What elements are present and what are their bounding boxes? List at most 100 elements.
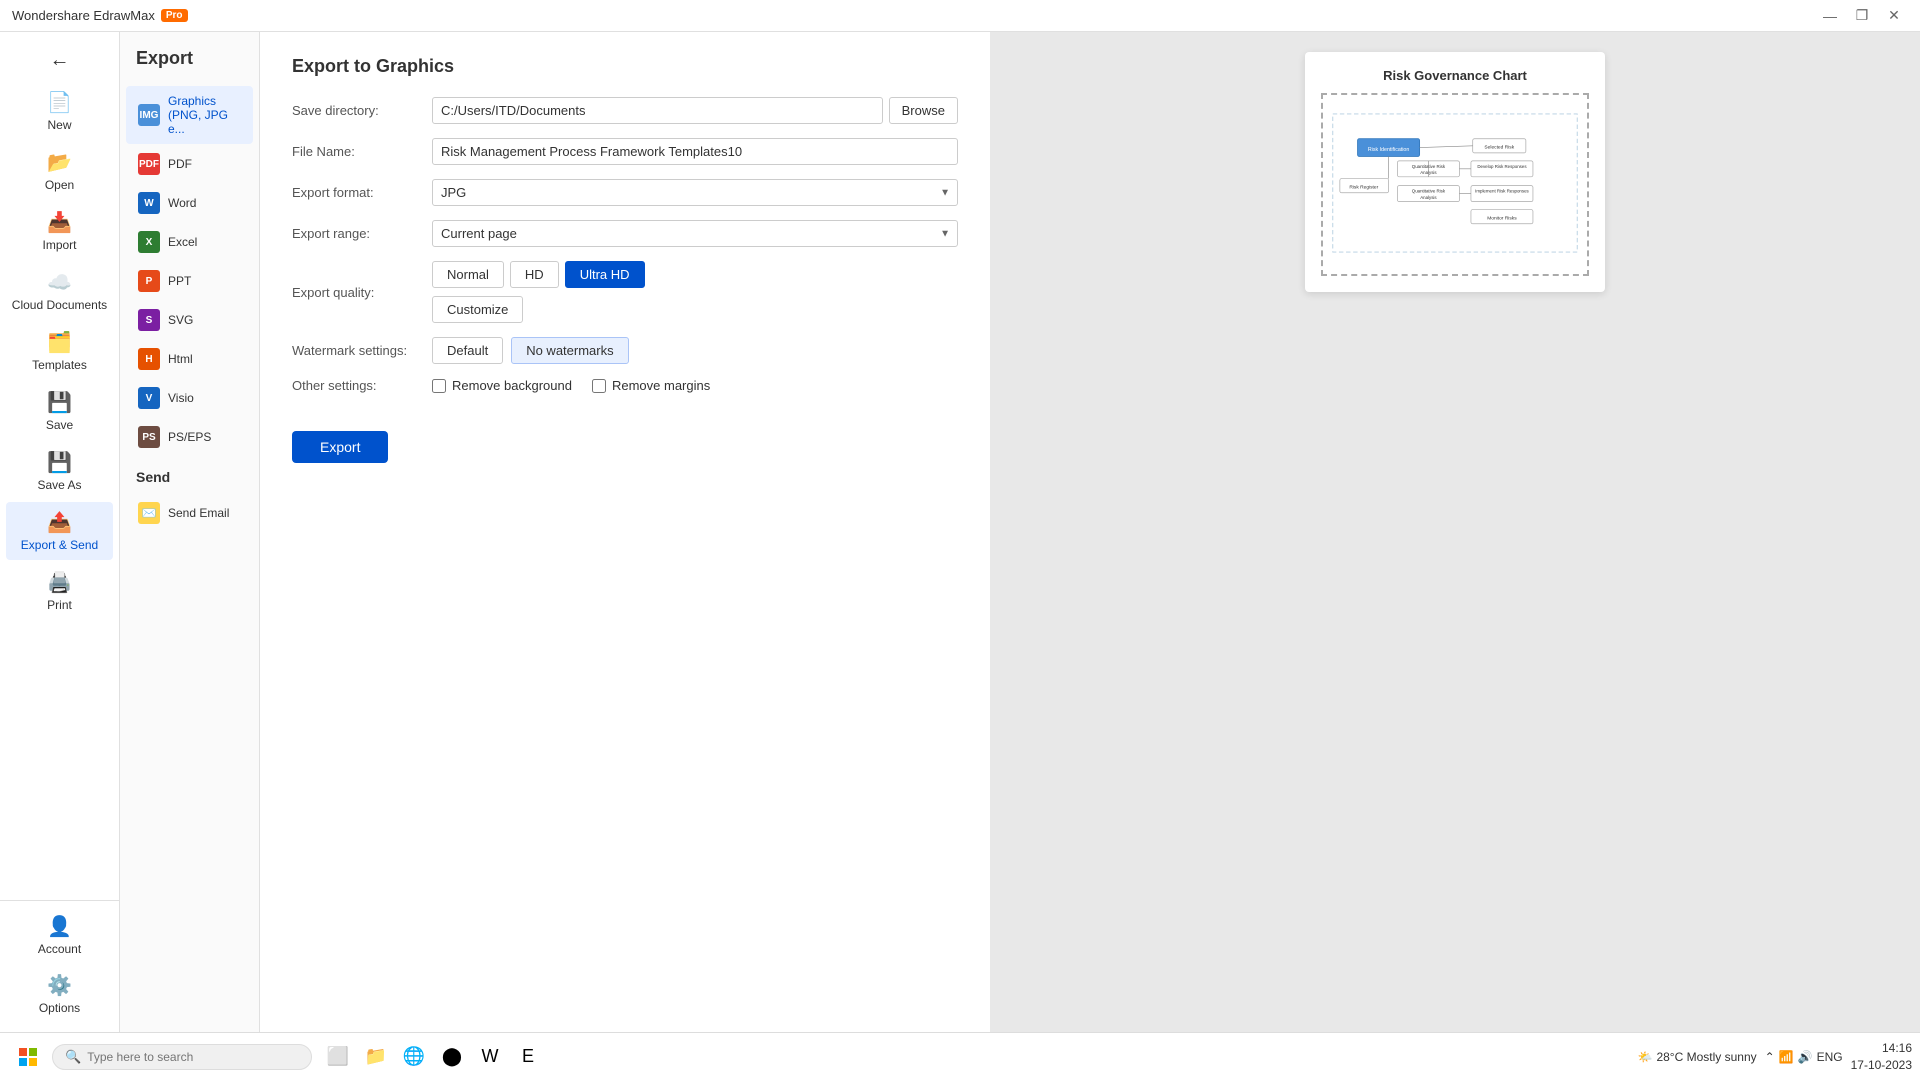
taskbar-right: 🌤️ 28°C Mostly sunny ⌃ 📶 🔊 ENG 14:16 17-… [1638, 1040, 1913, 1074]
clock[interactable]: 14:16 17-10-2023 [1851, 1040, 1912, 1074]
time-display: 14:16 [1851, 1040, 1912, 1057]
send-email-label: Send Email [168, 506, 229, 520]
graphics-icon: IMG [138, 104, 160, 126]
format-item-svg[interactable]: S SVG [126, 301, 253, 339]
sidebar-item-open-label: Open [45, 178, 74, 192]
sidebar-item-cloud-label: Cloud Documents [12, 298, 107, 312]
format-visio-label: Visio [168, 391, 194, 405]
file-explorer-button[interactable]: 📁 [358, 1039, 394, 1075]
export-quality-control: Normal HD Ultra HD Customize [432, 261, 958, 323]
save-directory-row: Save directory: Browse [292, 97, 958, 124]
svg-text:Monitor Risks: Monitor Risks [1487, 215, 1517, 221]
sidebar-item-export[interactable]: 📤 Export & Send [6, 502, 113, 560]
app-name: Wondershare EdrawMax [12, 8, 155, 23]
format-item-html[interactable]: H Html [126, 340, 253, 378]
quality-normal-button[interactable]: Normal [432, 261, 504, 288]
format-pseps-label: PS/EPS [168, 430, 211, 444]
format-svg-label: SVG [168, 313, 193, 327]
excel-icon: X [138, 231, 160, 253]
svg-text:Implement Risk Responses: Implement Risk Responses [1475, 189, 1529, 194]
word-icon: W [138, 192, 160, 214]
sidebar-item-save-label: Save [46, 418, 73, 432]
ppt-icon: P [138, 270, 160, 292]
export-button[interactable]: Export [292, 431, 388, 463]
remove-margins-item[interactable]: Remove margins [592, 378, 710, 393]
options-icon: ⚙️ [47, 973, 72, 998]
taskbar-apps: ⬜ 📁 🌐 ⬤ W E [320, 1039, 546, 1075]
save-directory-control: Browse [432, 97, 958, 124]
account-icon: 👤 [47, 914, 72, 939]
restore-button[interactable]: ❐ [1848, 2, 1876, 30]
format-item-pseps[interactable]: PS PS/EPS [126, 418, 253, 456]
format-item-graphics[interactable]: IMG Graphics (PNG, JPG e... [126, 86, 253, 144]
close-button[interactable]: ✕ [1880, 2, 1908, 30]
word-button[interactable]: W [472, 1039, 508, 1075]
sidebar-item-templates[interactable]: 🗂️ Templates [6, 322, 113, 380]
chrome-button[interactable]: ⬤ [434, 1039, 470, 1075]
sidebar-item-print-label: Print [47, 598, 72, 612]
sidebar-item-new[interactable]: 📄 New [6, 82, 113, 140]
export-format-row: Export format: JPG PNG BMP GIF TIFF ▼ [292, 179, 958, 206]
browse-button[interactable]: Browse [889, 97, 958, 124]
format-excel-label: Excel [168, 235, 197, 249]
send-item-email[interactable]: ✉️ Send Email [126, 494, 253, 532]
start-button[interactable] [8, 1037, 48, 1077]
watermark-default-button[interactable]: Default [432, 337, 503, 364]
taskview-button[interactable]: ⬜ [320, 1039, 356, 1075]
export-format-label: Export format: [292, 185, 432, 200]
taskbar-search[interactable]: 🔍 [52, 1044, 312, 1070]
sidebar-item-new-label: New [47, 118, 71, 132]
language-label: ENG [1817, 1050, 1843, 1064]
edge-button[interactable]: 🌐 [396, 1039, 432, 1075]
format-item-visio[interactable]: V Visio [126, 379, 253, 417]
sidebar-item-export-label: Export & Send [21, 538, 98, 552]
sidebar-item-saveas[interactable]: 💾 Save As [6, 442, 113, 500]
volume-icon[interactable]: 🔊 [1798, 1050, 1813, 1064]
svg-text:Risk Register: Risk Register [1349, 184, 1378, 190]
remove-background-item[interactable]: Remove background [432, 378, 572, 393]
sidebar-item-print[interactable]: 🖨️ Print [6, 562, 113, 620]
format-sidebar: Export IMG Graphics (PNG, JPG e... PDF P… [120, 32, 260, 1032]
minimize-button[interactable]: — [1816, 2, 1844, 30]
sidebar-item-open[interactable]: 📂 Open [6, 142, 113, 200]
export-quality-label: Export quality: [292, 285, 432, 300]
watermark-none-button[interactable]: No watermarks [511, 337, 628, 364]
export-form: Export to Graphics Save directory: Brows… [260, 32, 990, 1032]
sidebar: ← 📄 New 📂 Open 📥 Import ☁️ Cloud Documen… [0, 32, 120, 1032]
svg-text:Quantitative Risk: Quantitative Risk [1412, 189, 1446, 194]
sidebar-item-account[interactable]: 👤 Account [6, 906, 113, 964]
remove-background-checkbox[interactable] [432, 379, 446, 393]
sidebar-item-options[interactable]: ⚙️ Options [6, 965, 113, 1023]
sidebar-item-save[interactable]: 💾 Save [6, 382, 113, 440]
sidebar-item-cloud[interactable]: ☁️ Cloud Documents [6, 262, 113, 320]
edraw-button[interactable]: E [510, 1039, 546, 1075]
save-directory-input[interactable] [432, 97, 883, 124]
file-name-input[interactable] [432, 138, 958, 165]
export-range-select[interactable]: Current page All pages Selected pages [432, 220, 958, 247]
tray-up-arrow[interactable]: ⌃ [1765, 1050, 1775, 1064]
weather-text: 28°C Mostly sunny [1656, 1050, 1756, 1064]
pdf-icon: PDF [138, 153, 160, 175]
format-item-word[interactable]: W Word [126, 184, 253, 222]
svg-text:Selected Risk: Selected Risk [1484, 144, 1514, 150]
export-format-select[interactable]: JPG PNG BMP GIF TIFF [432, 179, 958, 206]
save-directory-label: Save directory: [292, 103, 432, 118]
quality-hd-button[interactable]: HD [510, 261, 559, 288]
network-icon[interactable]: 📶 [1779, 1050, 1794, 1064]
sidebar-item-import[interactable]: 📥 Import [6, 202, 113, 260]
svg-icon: S [138, 309, 160, 331]
customize-button[interactable]: Customize [432, 296, 523, 323]
format-item-ppt[interactable]: P PPT [126, 262, 253, 300]
weather-display: 🌤️ 28°C Mostly sunny [1638, 1050, 1757, 1064]
saveas-icon: 💾 [47, 450, 72, 475]
format-item-excel[interactable]: X Excel [126, 223, 253, 261]
format-item-pdf[interactable]: PDF PDF [126, 145, 253, 183]
sidebar-item-back[interactable]: ← [6, 41, 113, 80]
format-pdf-label: PDF [168, 157, 192, 171]
remove-margins-checkbox[interactable] [592, 379, 606, 393]
export-format-control: JPG PNG BMP GIF TIFF ▼ [432, 179, 958, 206]
sidebar-item-options-label: Options [39, 1001, 80, 1015]
quality-ultrahd-button[interactable]: Ultra HD [565, 261, 645, 288]
pro-badge: Pro [161, 9, 188, 22]
taskbar-search-input[interactable] [87, 1050, 299, 1064]
